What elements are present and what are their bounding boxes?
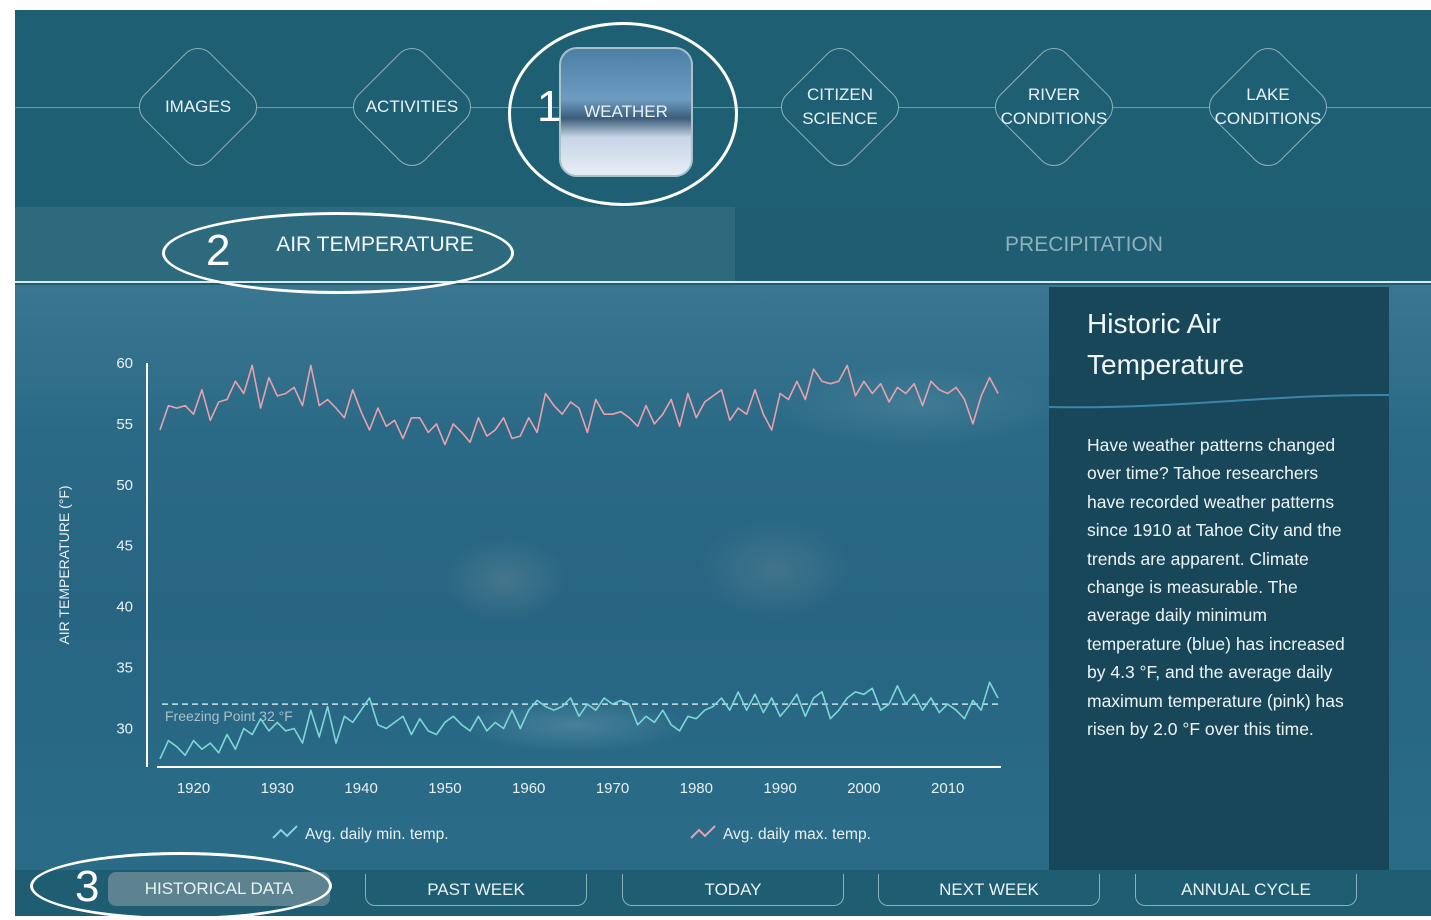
button-next-week[interactable]: NEXT WEEK xyxy=(878,874,1100,906)
legend-label: Avg. daily min. temp. xyxy=(305,826,449,843)
nav-item-label: LAKE CONDITIONS xyxy=(1200,39,1336,175)
nav-item-label-line: RIVER xyxy=(1028,85,1080,104)
info-description: Have weather patterns changed over time?… xyxy=(1087,435,1345,740)
button-label: PAST WEEK xyxy=(427,879,525,899)
time-range-bar: HISTORICAL DATA PAST WEEK TODAY NEXT WEEK AN… xyxy=(15,870,1431,916)
button-label: NEXT WEEK xyxy=(939,879,1039,899)
nav-item-citizen-science[interactable]: CITIZEN SCIENCE xyxy=(772,39,908,175)
nav-item-label-line: CONDITIONS xyxy=(1214,109,1322,128)
legend-swatch-icon xyxy=(272,825,298,839)
nav-item-label-line: CONDITIONS xyxy=(1000,109,1108,128)
y-tick-label: 30 xyxy=(116,720,133,737)
x-tick-label: 1950 xyxy=(428,780,461,797)
nav-item-label-line: CITIZEN xyxy=(806,85,874,104)
tab-air-temperature[interactable]: AIR TEMPERATURE xyxy=(15,207,735,283)
y-tick-label: 50 xyxy=(116,477,133,494)
legend-swatch-icon xyxy=(690,825,716,839)
nav-item-label: ACTIVITIES xyxy=(344,39,480,175)
button-past-week[interactable]: PAST WEEK xyxy=(365,874,587,906)
x-tick-label: 1980 xyxy=(680,780,713,797)
series-line-max-temp xyxy=(159,364,999,446)
nav-item-label: RIVER CONDITIONS xyxy=(986,39,1122,175)
button-historical-data[interactable]: HISTORICAL DATA xyxy=(108,872,330,906)
annotation-number-1: 1 xyxy=(537,82,562,131)
nav-item-label: CITIZEN SCIENCE xyxy=(772,39,908,175)
app-window: IMAGES ACTIVITIES WEATHER CITIZEN SCIENCE RIV… xyxy=(15,10,1431,916)
info-title: Historic Air Temperature xyxy=(1087,308,1245,380)
x-tick-label: 1970 xyxy=(596,780,629,797)
tab-air-temperature-label: AIR TEMPERATURE xyxy=(276,233,474,256)
button-label: ANNUAL CYCLE xyxy=(1181,879,1311,899)
wave-divider xyxy=(1049,394,1389,409)
nav-item-label-line: SCIENCE xyxy=(802,109,878,128)
nav-item-label: IMAGES xyxy=(130,39,266,175)
button-annual-cycle[interactable]: ANNUAL CYCLE xyxy=(1135,874,1357,906)
annotation-number-3: 3 xyxy=(75,862,100,911)
nav-item-label-line: ACTIVITIES xyxy=(365,97,459,116)
nav-item-label-line: IMAGES xyxy=(164,97,232,116)
air-temperature-chart: 30 35 40 45 50 55 60 1920 1930 1940 1950 1960 1970 19… xyxy=(56,355,1001,843)
nav-item-label: WEATHER xyxy=(559,47,693,177)
nav-item-images[interactable]: IMAGES xyxy=(130,39,266,175)
nav-item-label-line: LAKE xyxy=(1246,85,1290,104)
nav-item-lake-conditions[interactable]: LAKE CONDITIONS xyxy=(1200,39,1336,175)
x-tick-label: 1930 xyxy=(261,780,294,797)
x-tick-label: 1990 xyxy=(763,780,796,797)
x-tick-label: 1940 xyxy=(344,780,377,797)
y-tick-label: 40 xyxy=(116,599,133,616)
nav-item-river-conditions[interactable]: RIVER CONDITIONS xyxy=(986,39,1122,175)
info-panel: Historic Air Temperature Have weather pa… xyxy=(1049,287,1389,870)
button-today[interactable]: TODAY xyxy=(622,874,844,906)
y-tick-label: 55 xyxy=(116,416,133,433)
nav-item-activities[interactable]: ACTIVITIES xyxy=(344,39,480,175)
annotation-number-2: 2 xyxy=(206,226,231,275)
y-tick-label: 35 xyxy=(116,660,133,677)
tab-underline xyxy=(15,281,1431,283)
tab-precipitation[interactable]: PRECIPITATION xyxy=(737,207,1431,283)
y-tick-label: 60 xyxy=(116,355,133,372)
x-tick-label: 1960 xyxy=(512,780,545,797)
x-tick-label: 1920 xyxy=(177,780,210,797)
x-tick-label: 2000 xyxy=(847,780,880,797)
tab-precipitation-label: PRECIPITATION xyxy=(1005,233,1163,256)
nav-item-weather[interactable]: WEATHER xyxy=(542,39,693,177)
y-tick-label: 45 xyxy=(116,538,133,555)
nav-item-label-line: WEATHER xyxy=(584,102,668,121)
y-axis-label: AIR TEMPERATURE (°F) xyxy=(56,485,72,644)
legend-label: Avg. daily max. temp. xyxy=(723,826,871,843)
main-content: 30 35 40 45 50 55 60 1920 1930 1940 1950 1960 1970 19… xyxy=(15,285,1431,870)
x-tick-label: 2010 xyxy=(931,780,964,797)
button-label: HISTORICAL DATA xyxy=(144,879,294,898)
freezing-point-label: Freezing Point 32 °F xyxy=(165,708,293,724)
section-nav: IMAGES ACTIVITIES WEATHER CITIZEN SCIENCE RIV… xyxy=(15,10,1431,207)
button-label: TODAY xyxy=(704,879,762,899)
